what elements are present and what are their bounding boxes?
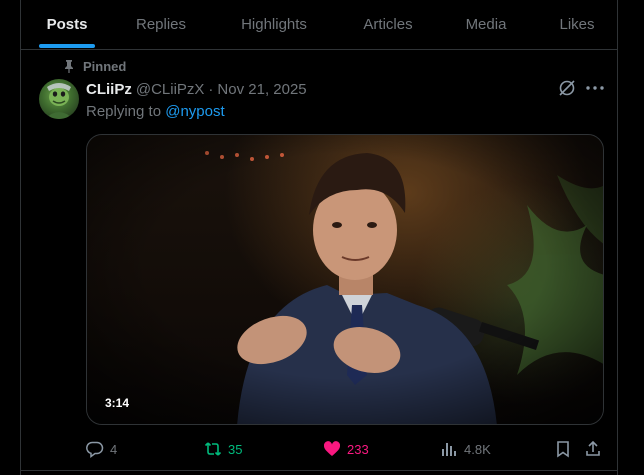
profile-timeline: Posts Replies Highlights Articles Media … bbox=[20, 0, 618, 475]
tab-articles[interactable]: Articles bbox=[355, 0, 421, 49]
views-icon bbox=[442, 443, 456, 456]
post-date[interactable]: Nov 21, 2025 bbox=[217, 81, 306, 98]
views-button[interactable]: 4.8K bbox=[440, 438, 491, 460]
video-thumbnail bbox=[87, 135, 603, 424]
user-handle[interactable]: @CLiiPzX bbox=[136, 81, 205, 98]
more-button[interactable] bbox=[583, 78, 607, 98]
video-duration: 3:14 bbox=[105, 396, 130, 410]
tab-media[interactable]: Media bbox=[459, 0, 513, 49]
heart-icon bbox=[323, 441, 341, 456]
reply-icon bbox=[86, 441, 104, 458]
replying-to: Replying to @nypost bbox=[86, 103, 225, 120]
profile-tabs: Posts Replies Highlights Articles Media … bbox=[21, 0, 617, 50]
post-divider bbox=[21, 470, 617, 471]
share-button[interactable] bbox=[584, 438, 602, 460]
more-icon bbox=[586, 86, 604, 90]
avatar-image bbox=[45, 83, 73, 119]
grok-icon bbox=[559, 80, 575, 96]
active-tab-indicator bbox=[39, 44, 95, 48]
reply-count: 4 bbox=[110, 441, 118, 457]
share-icon bbox=[586, 440, 600, 456]
repost-count: 35 bbox=[228, 441, 243, 457]
pinned-indicator: Pinned bbox=[63, 58, 126, 74]
tab-highlights[interactable]: Highlights bbox=[230, 0, 318, 49]
tab-replies[interactable]: Replies bbox=[128, 0, 194, 49]
replying-to-mention[interactable]: @nypost bbox=[165, 103, 224, 120]
bookmark-button[interactable] bbox=[554, 438, 572, 460]
post-actions: 4 35 233 4.8K bbox=[86, 438, 604, 460]
avatar[interactable] bbox=[39, 79, 79, 119]
bookmark-icon bbox=[557, 441, 569, 458]
like-count: 233 bbox=[347, 441, 369, 457]
views-count: 4.8K bbox=[464, 441, 491, 457]
display-name[interactable]: CLiiPz bbox=[86, 81, 132, 98]
pin-icon bbox=[65, 60, 73, 73]
replying-prefix: Replying to bbox=[86, 103, 166, 120]
tab-likes[interactable]: Likes bbox=[554, 0, 600, 49]
repost-icon bbox=[204, 442, 222, 456]
post-header: CLiiPz @CLiiPzX · Nov 21, 2025 bbox=[86, 80, 307, 98]
tab-posts[interactable]: Posts bbox=[39, 0, 95, 49]
video-player[interactable]: 3:14 bbox=[86, 134, 604, 425]
separator-dot: · bbox=[208, 80, 214, 98]
pinned-label: Pinned bbox=[83, 58, 127, 74]
like-button[interactable]: 233 bbox=[323, 438, 369, 460]
repost-button[interactable]: 35 bbox=[204, 438, 242, 460]
reply-button[interactable]: 4 bbox=[86, 438, 117, 460]
grok-button[interactable] bbox=[557, 78, 577, 98]
